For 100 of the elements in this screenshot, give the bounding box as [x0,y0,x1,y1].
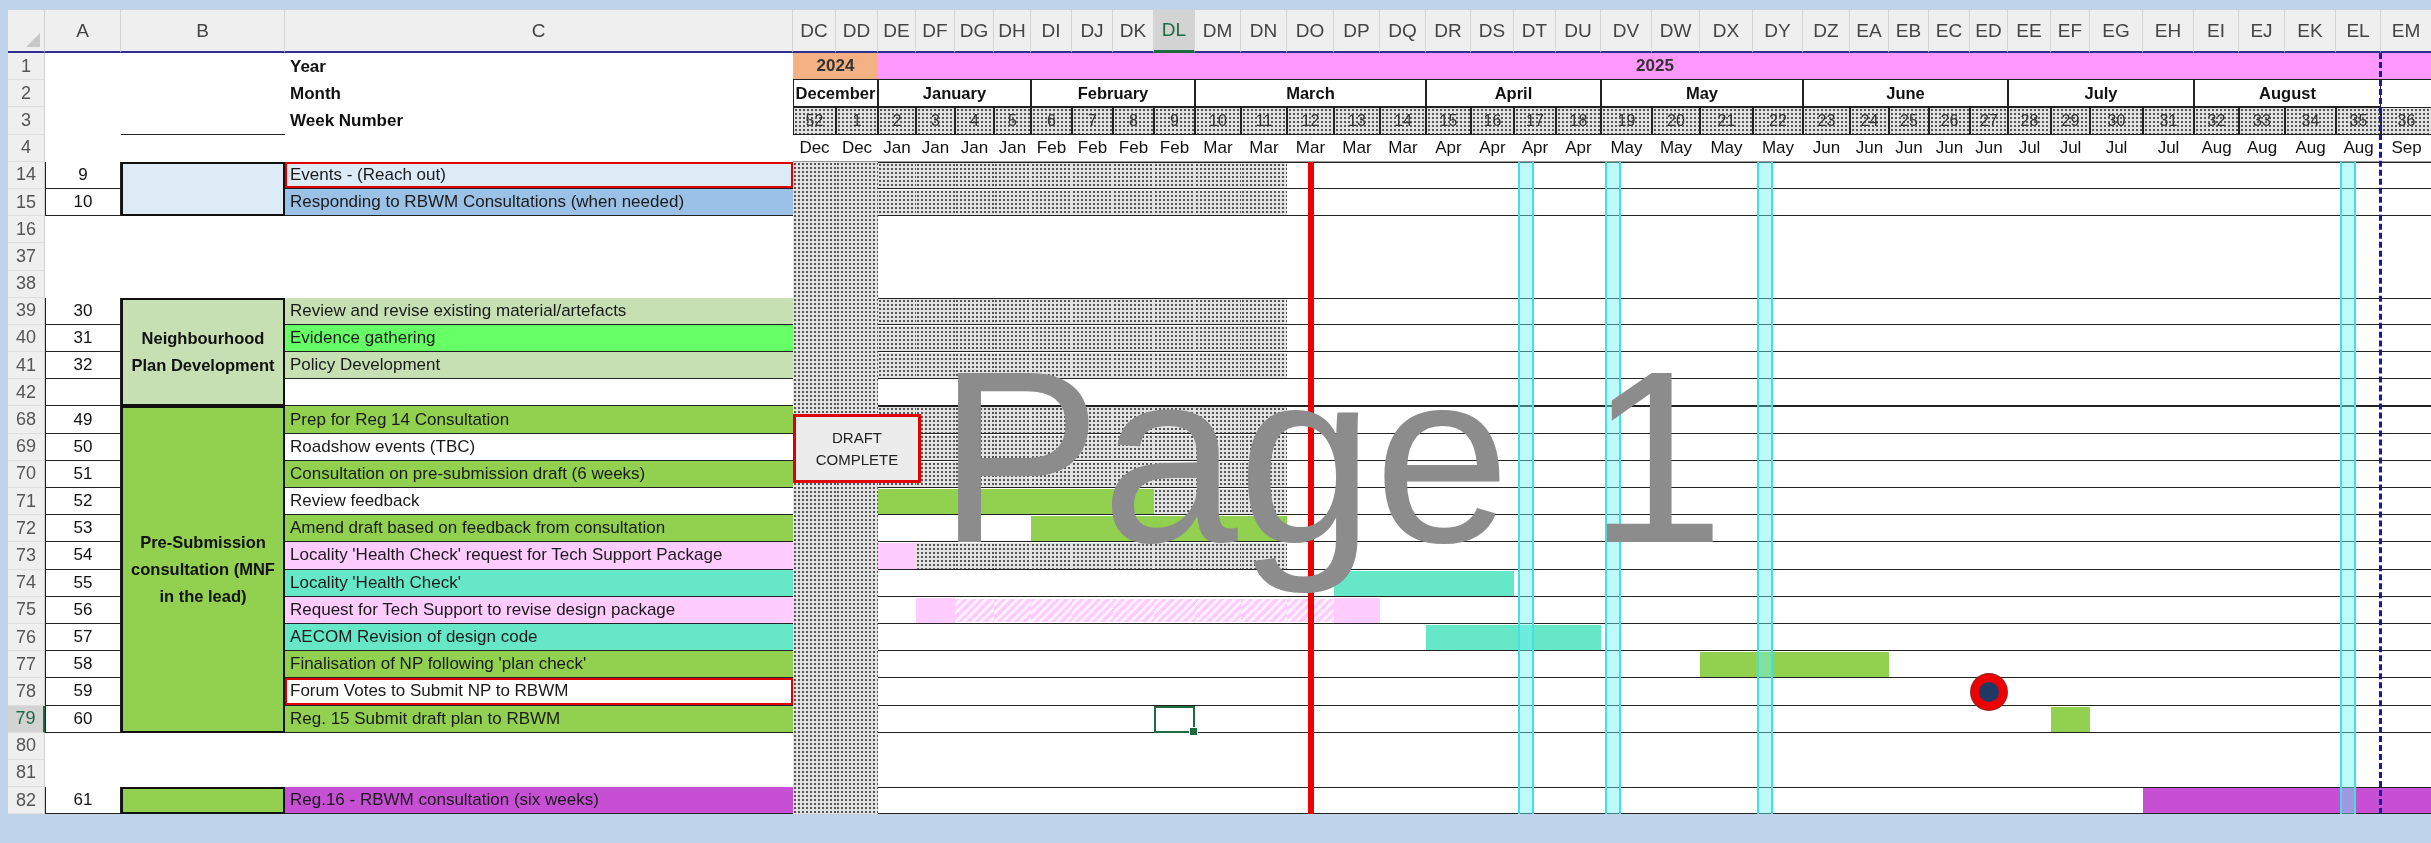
row-number[interactable]: 79 [8,705,45,733]
week-number: 31 [2143,107,2194,135]
column-header[interactable]: DR [1426,10,1471,53]
month-abbreviation: Mar [1287,134,1334,162]
row-number[interactable]: 74 [8,569,45,597]
week-number: 30 [2090,107,2143,135]
row-number[interactable]: 42 [8,379,45,407]
task-number: 32 [45,352,121,380]
row-number[interactable]: 69 [8,433,45,461]
column-header[interactable]: A [45,10,121,53]
column-header[interactable]: DW [1652,10,1700,53]
column-header[interactable]: DF [916,10,955,53]
row-number[interactable]: 15 [8,188,45,217]
task-name: Responding to RBWM Consultations (when needed) [285,188,793,217]
month-abbreviation: Aug [2336,134,2381,162]
task-number: 58 [45,651,121,679]
row-number[interactable]: 80 [8,732,45,760]
row-number[interactable]: 16 [8,216,45,244]
column-header[interactable]: DC [793,10,836,53]
column-header[interactable]: DU [1556,10,1601,53]
column-header[interactable]: DK [1113,10,1154,53]
month-abbreviation: Jul [2143,134,2194,162]
week-number: 14 [1380,107,1426,135]
column-header[interactable]: DP [1334,10,1380,53]
row-number[interactable]: 71 [8,488,45,516]
column-header[interactable]: DE [878,10,916,53]
week-number: 1 [836,107,878,135]
task-number: 54 [45,542,121,570]
row-number[interactable]: 40 [8,324,45,353]
column-header[interactable]: EA [1850,10,1889,53]
task-number: 59 [45,678,121,706]
week-number: 22 [1753,107,1803,135]
month-abbreviation: Mar [1334,134,1380,162]
row-number[interactable]: 2 [8,80,45,108]
month-abbreviation: Feb [1113,134,1154,162]
week-number: 19 [1601,107,1652,135]
row-number[interactable]: 81 [8,759,45,788]
row-number[interactable]: 73 [8,542,45,570]
column-header[interactable]: DQ [1380,10,1426,53]
row-number[interactable]: 39 [8,297,45,325]
column-header[interactable]: DL [1154,10,1195,53]
row-number[interactable]: 77 [8,651,45,679]
row-number[interactable]: 82 [8,787,45,815]
group-label: Neighbourhood Plan Development [121,297,285,407]
column-header[interactable]: DV [1601,10,1652,53]
row-number[interactable]: 76 [8,623,45,652]
column-header[interactable]: EG [2090,10,2143,53]
task-name: Prep for Reg 14 Consultation [285,406,793,434]
row-number[interactable]: 3 [8,107,45,135]
month-abbreviation: Mar [1195,134,1241,162]
column-header[interactable]: DH [994,10,1031,53]
week-number: 17 [1514,107,1556,135]
task-number: 10 [45,188,121,217]
column-header[interactable]: EE [2008,10,2051,53]
column-header[interactable]: EI [2194,10,2239,53]
task-number: 57 [45,623,121,652]
column-header[interactable]: DX [1700,10,1753,53]
column-header[interactable]: DJ [1072,10,1113,53]
column-header[interactable]: C [285,10,793,53]
column-header[interactable]: DD [836,10,878,53]
column-header[interactable]: ED [1970,10,2008,53]
row-number[interactable]: 68 [8,406,45,434]
column-header[interactable]: EH [2143,10,2194,53]
row-number[interactable]: 37 [8,243,45,271]
task-number: 52 [45,488,121,516]
row-number[interactable]: 72 [8,515,45,543]
column-header[interactable]: DT [1514,10,1556,53]
column-header[interactable]: DM [1195,10,1241,53]
row-number[interactable]: 78 [8,678,45,706]
column-header[interactable]: EJ [2239,10,2285,53]
row-number[interactable]: 14 [8,161,45,189]
column-header[interactable]: EF [2051,10,2090,53]
column-header[interactable]: EM [2381,10,2431,53]
row-number[interactable]: 75 [8,596,45,624]
column-header[interactable]: EB [1889,10,1929,53]
column-header[interactable]: DG [955,10,994,53]
column-header[interactable]: EC [1929,10,1970,53]
row-number[interactable]: 70 [8,460,45,488]
column-header[interactable]: DI [1031,10,1072,53]
column-header[interactable]: DO [1287,10,1334,53]
week-number: 8 [1113,107,1154,135]
row-number[interactable]: 38 [8,270,45,298]
column-header[interactable]: DY [1753,10,1803,53]
column-header[interactable]: EL [2336,10,2381,53]
selected-cell[interactable] [1154,705,1195,733]
month-abbreviation: May [1753,134,1803,162]
row-number[interactable]: 1 [8,53,45,81]
week-number: 11 [1241,107,1287,135]
header-label: Week Number [289,109,405,132]
task-name: Events - (Reach out) [285,161,793,189]
column-header[interactable]: DS [1471,10,1514,53]
row-number[interactable]: 4 [8,134,45,162]
task-number: 9 [45,161,121,189]
month-abbreviation: Jun [1889,134,1929,162]
column-header[interactable]: DN [1241,10,1287,53]
column-header[interactable]: DZ [1803,10,1850,53]
column-header[interactable]: EK [2285,10,2336,53]
row-number[interactable]: 41 [8,352,45,380]
column-header[interactable]: B [121,10,285,53]
month-abbreviation: Mar [1241,134,1287,162]
